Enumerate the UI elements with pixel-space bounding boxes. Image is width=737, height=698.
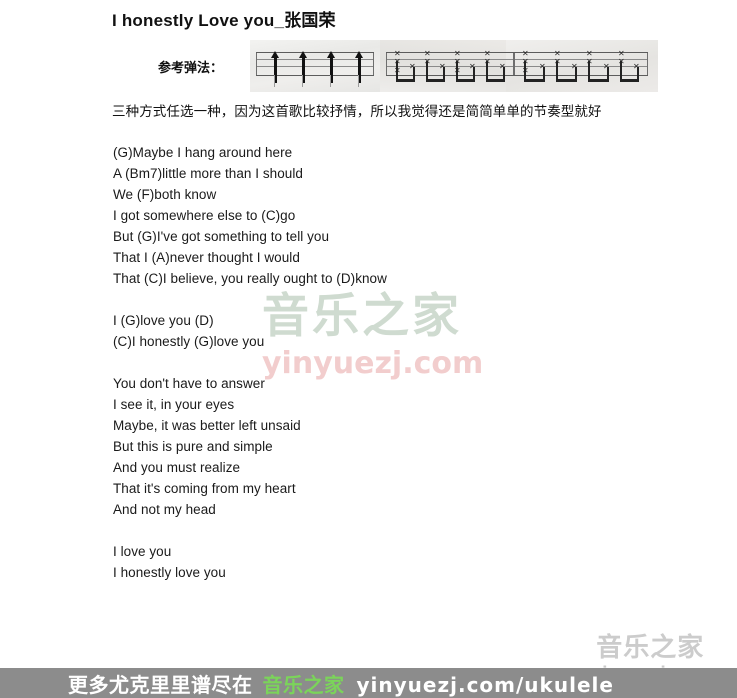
lyric-line: That I (A)never thought I would <box>113 250 300 265</box>
lyric-line: We (F)both know <box>113 187 217 202</box>
lyric-line: That (C)I believe, you really ought to (… <box>113 271 387 286</box>
lyric-line: (C)I honestly (G)love you <box>113 334 265 349</box>
instruction-text: 三种方式任选一种，因为这首歌比较抒情，所以我觉得还是简简单单的节奏型就好 <box>112 104 602 119</box>
lyric-line: I got somewhere else to (C)go <box>113 208 296 223</box>
page-title: I honestly Love you_张国荣 <box>112 11 336 30</box>
footer-brand-text: 音乐之家 <box>262 672 345 697</box>
lyric-line: I see it, in your eyes <box>113 397 235 412</box>
notation-pattern-x-beams-1: ✕ ✕ ✕ ✕ ✕ ✕ ✕ ✕ ✕ ✕ ✕ ✕ ✕ ✕ <box>386 50 514 82</box>
lyric-line: I honestly love you <box>113 565 226 580</box>
footer-content: 更多尤克里里谱尽在 音乐之家 yinyuezj.com/ukulele <box>0 669 614 698</box>
stanza-chorus-1: I (G)love you (D) (C)I honestly (G)love … <box>113 310 633 352</box>
stanza-verse-2: You don't have to answer I see it, in yo… <box>113 373 633 520</box>
footer-banner: 更多尤克里里谱尽在 音乐之家 yinyuezj.com/ukulele <box>0 668 737 698</box>
footer-url-text[interactable]: yinyuezj.com/ukulele <box>357 673 614 697</box>
lyric-line: (G)Maybe I hang around here <box>113 145 293 160</box>
footer-prefix-text: 更多尤克里里谱尽在 <box>68 672 253 697</box>
stanza-verse-1: (G)Maybe I hang around here A (Bm7)littl… <box>113 142 633 289</box>
notation-pattern-up-strums <box>256 51 374 87</box>
lyric-line: And not my head <box>113 502 216 517</box>
strumming-notation-strip: 参考弹法： ✕ ✕ ✕ ✕ ✕ ✕ ✕ ✕ <box>158 40 658 92</box>
lyric-line: But this is pure and simple <box>113 439 273 454</box>
lyric-line: And you must realize <box>113 460 241 475</box>
lyric-line: Maybe, it was better left unsaid <box>113 418 301 433</box>
lyric-line: I (G)love you (D) <box>113 313 214 328</box>
lyric-line: But (G)I've got something to tell you <box>113 229 330 244</box>
notation-pattern-x-beams-2: ✕ ✕ ✕ ✕ ✕ ✕ ✕ ✕ ✕ ✕ ✕ ✕ ✕ <box>514 50 648 82</box>
lyric-line: A (Bm7)little more than I should <box>113 166 303 181</box>
notation-label: 参考弹法： <box>158 60 224 75</box>
lyrics-body: (G)Maybe I hang around here A (Bm7)littl… <box>113 142 633 583</box>
lyric-line: You don't have to answer <box>113 376 265 391</box>
stanza-outro: I love you I honestly love you <box>113 541 633 583</box>
lyric-line: That it's coming from my heart <box>113 481 296 496</box>
lyric-line: I love you <box>113 544 172 559</box>
corner-watermark-brand: 音乐之家 <box>596 633 705 663</box>
sheet-page: I honestly Love you_张国荣 参考弹法： ✕ ✕ ✕ ✕ ✕ … <box>0 0 737 698</box>
